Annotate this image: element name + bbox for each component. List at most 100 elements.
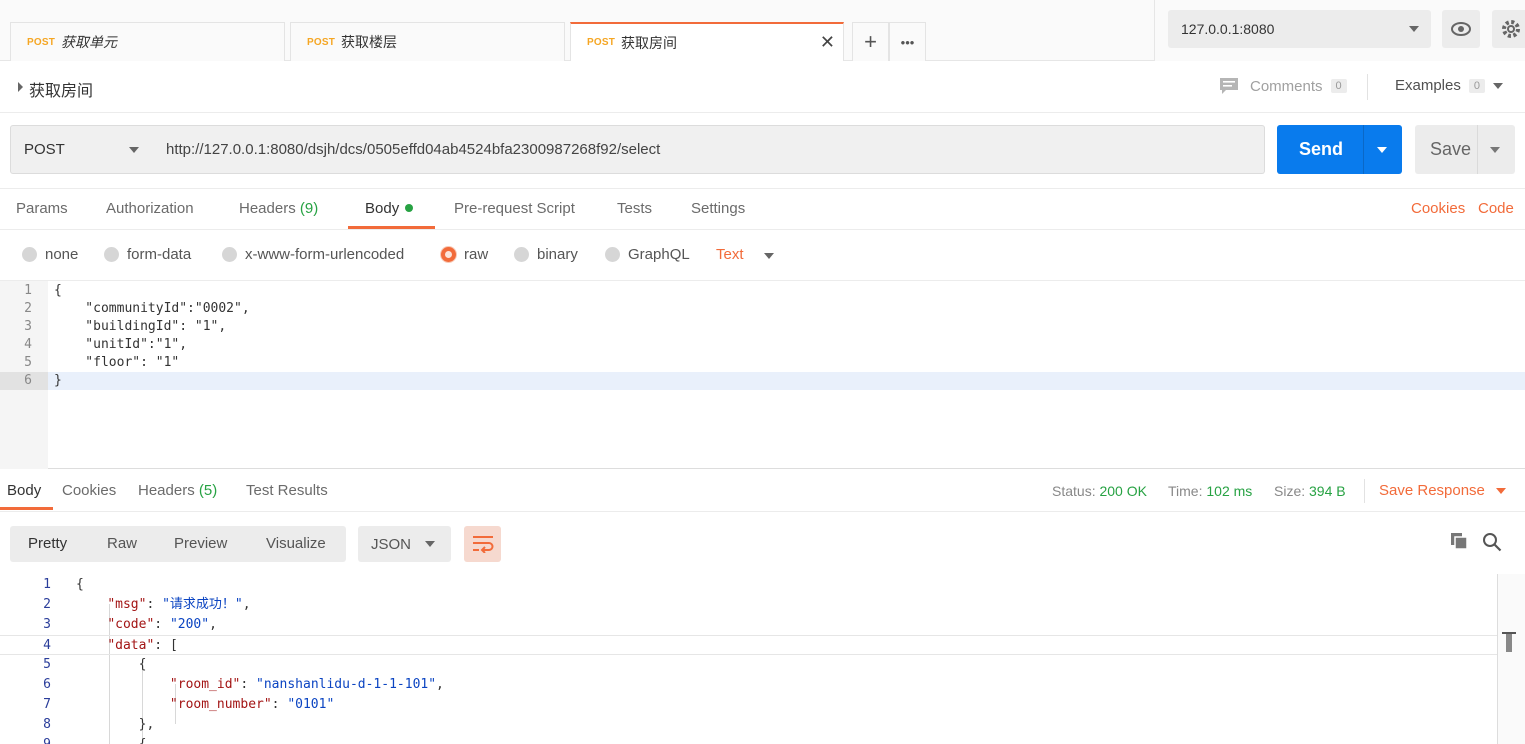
view-preview[interactable]: Preview: [174, 535, 227, 552]
http-method-select[interactable]: POST: [10, 125, 154, 174]
token: {: [76, 577, 84, 592]
divider: [1363, 125, 1364, 174]
body-type-options: none form-data x-www-form-urlencoded raw…: [0, 230, 1525, 281]
close-tab-icon[interactable]: ✕: [820, 33, 835, 51]
line-code: "code": "200",: [107, 617, 217, 632]
response-scrollbar[interactable]: [1497, 574, 1525, 744]
line-code: "data": [: [107, 638, 178, 653]
view-visualize[interactable]: Visualize: [266, 535, 326, 552]
response-tab-body[interactable]: Body: [7, 482, 41, 499]
tab-method-badge: POST: [307, 36, 336, 48]
json-key: "data": [107, 638, 155, 653]
size-label: Size:: [1274, 483, 1306, 499]
environment-bar: 127.0.0.1:8080: [1154, 0, 1525, 61]
size-value: 394 B: [1309, 483, 1346, 499]
comments-button[interactable]: Comments 0: [1219, 77, 1347, 95]
response-body-viewer[interactable]: 1{ 2 "msg": "请求成功！", 3 "code": "200", 4 …: [0, 574, 1525, 744]
chevron-down-icon: [425, 541, 435, 547]
tab-headers[interactable]: Headers (9): [239, 200, 318, 217]
json-string: "nanshanlidu-d-1-1-101": [256, 677, 437, 692]
line-code: "floor": "1": [54, 355, 180, 370]
line-number: 2: [43, 597, 51, 612]
view-pretty[interactable]: Pretty: [28, 535, 67, 552]
editor-line: 1{: [0, 282, 1525, 300]
examples-label: Examples: [1395, 77, 1461, 94]
tab-authorization[interactable]: Authorization: [106, 200, 194, 217]
save-response-button[interactable]: Save Response: [1379, 482, 1485, 499]
request-tab-floor[interactable]: POST 获取楼层: [290, 22, 565, 61]
radio-none[interactable]: none: [22, 246, 78, 263]
response-tab-headers[interactable]: Headers (5): [138, 482, 217, 499]
divider: [1367, 74, 1368, 100]
response-toolbar: Pretty Raw Preview Visualize JSON: [0, 512, 1525, 574]
line-code: "room_number": "0101": [169, 697, 335, 712]
environment-select[interactable]: 127.0.0.1:8080: [1168, 10, 1431, 48]
wrap-lines-button[interactable]: [464, 526, 501, 562]
radio-form-data[interactable]: form-data: [104, 246, 191, 263]
status-indicator: Status: 200 OK: [1052, 483, 1147, 499]
request-name[interactable]: 获取房间: [29, 77, 93, 101]
cookies-link[interactable]: Cookies: [1411, 200, 1465, 217]
manage-environments-button[interactable]: [1492, 10, 1525, 48]
code-line: 8 },: [0, 715, 1497, 735]
response-format-select[interactable]: JSON: [358, 526, 451, 562]
json-string: "200": [169, 617, 210, 632]
new-tab-button[interactable]: +: [852, 22, 889, 61]
line-number: 5: [24, 355, 32, 370]
line-code: "room_id": "nanshanlidu-d-1-1-101",: [169, 677, 444, 692]
editor-line: 5 "floor": "1": [0, 354, 1525, 372]
send-options-chevron-icon[interactable]: [1377, 147, 1387, 153]
tab-settings[interactable]: Settings: [691, 200, 745, 217]
response-headers-label: Headers: [138, 482, 195, 499]
code-line: 3 "code": "200",: [0, 615, 1497, 635]
time-indicator: Time: 102 ms: [1168, 483, 1252, 499]
request-body-editor[interactable]: 1{ 2 "communityId":"0002", 3 "buildingId…: [0, 281, 1525, 469]
line-number: 9: [0, 735, 51, 744]
tab-params[interactable]: Params: [16, 200, 68, 217]
send-button[interactable]: Send: [1277, 125, 1402, 174]
tab-options-button[interactable]: •••: [889, 22, 926, 61]
radio-circle: [222, 247, 237, 262]
tab-tests[interactable]: Tests: [617, 200, 652, 217]
tab-method-badge: POST: [587, 37, 616, 48]
status-value: 200 OK: [1099, 483, 1147, 499]
radio-graphql[interactable]: GraphQL: [605, 246, 690, 263]
code-line: 6 "room_id": "nanshanlidu-d-1-1-101",: [0, 675, 1497, 695]
radio-urlencoded[interactable]: x-www-form-urlencoded: [222, 246, 404, 263]
request-tab-unit[interactable]: POST 获取单元: [10, 22, 285, 61]
radio-label: GraphQL: [628, 246, 690, 263]
save-button[interactable]: Save: [1415, 125, 1515, 174]
raw-type-select[interactable]: Text: [716, 246, 744, 263]
line-number: 1: [24, 283, 32, 298]
line-code: {: [76, 575, 84, 595]
json-string: "0101": [287, 697, 335, 712]
tab-prerequest-script[interactable]: Pre-request Script: [454, 200, 575, 217]
code-link[interactable]: Code: [1478, 200, 1514, 217]
token: {: [138, 657, 147, 672]
expand-triangle-icon[interactable]: [18, 82, 23, 92]
line-code: "communityId":"0002",: [54, 301, 250, 316]
line-code: "unitId":"1",: [54, 337, 188, 352]
time-label: Time:: [1168, 483, 1203, 499]
tab-body[interactable]: Body: [365, 200, 414, 217]
save-options-chevron-icon[interactable]: [1490, 147, 1500, 153]
scrollbar-thumb[interactable]: [1502, 632, 1516, 652]
chevron-down-icon[interactable]: [764, 253, 774, 259]
radio-binary[interactable]: binary: [514, 246, 578, 263]
view-raw[interactable]: Raw: [107, 535, 137, 552]
chevron-down-icon: [129, 147, 139, 153]
request-url-input[interactable]: http://127.0.0.1:8080/dsjh/dcs/0505effd0…: [153, 125, 1265, 174]
search-icon[interactable]: [1482, 532, 1502, 552]
response-tab-cookies[interactable]: Cookies: [62, 482, 116, 499]
request-tab-room[interactable]: POST 获取房间 ✕: [570, 22, 844, 61]
json-key: "code": [107, 617, 155, 632]
environment-quick-look-button[interactable]: [1442, 10, 1480, 48]
response-tab-test-results[interactable]: Test Results: [246, 482, 328, 499]
code-line: 2 "msg": "请求成功！",: [0, 595, 1497, 615]
copy-icon[interactable]: [1450, 532, 1468, 550]
line-code: },: [76, 715, 155, 735]
chevron-down-icon[interactable]: [1496, 488, 1506, 494]
save-label: Save: [1430, 139, 1472, 159]
examples-dropdown[interactable]: Examples 0: [1395, 77, 1503, 94]
radio-raw[interactable]: raw: [441, 246, 488, 263]
